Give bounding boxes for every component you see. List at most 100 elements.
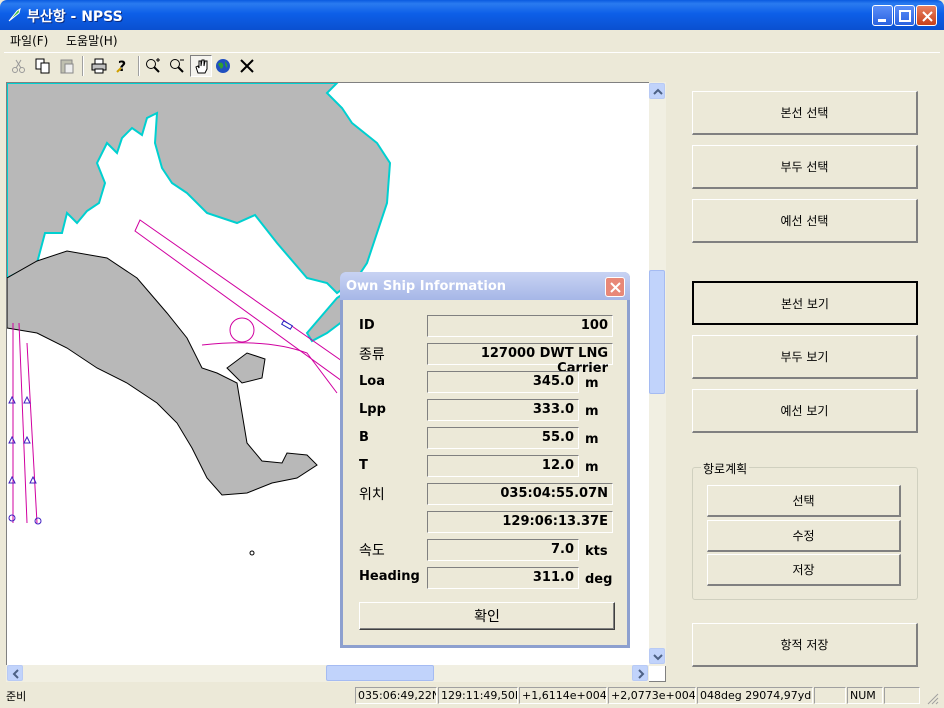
route-line-west (12, 322, 38, 524)
loa-label: Loa (359, 374, 385, 389)
menu-help[interactable]: 도움말(H) (66, 32, 118, 49)
view-berth-button[interactable]: 부두 보기 (692, 335, 918, 379)
chevron-right-icon (638, 669, 645, 679)
heading-unit: deg (585, 572, 613, 587)
dialog-title: Own Ship Information (346, 279, 507, 294)
buoy-marker (249, 550, 255, 556)
land-peninsula (7, 250, 318, 496)
control-panel: 본선 선택 부두 선택 예선 선택 본선 보기 부두 보기 예선 보기 항로계획… (668, 82, 940, 684)
route-planning-legend: 항로계획 (701, 460, 750, 477)
chevron-down-icon (653, 654, 663, 661)
maximize-button[interactable] (894, 5, 915, 26)
route-select-button[interactable]: 선택 (707, 485, 901, 517)
toolbar-separator (82, 56, 84, 76)
id-field: 100 (427, 315, 613, 337)
chevron-up-icon (653, 88, 663, 95)
view-tug-button[interactable]: 예선 보기 (692, 389, 918, 433)
small-island (226, 352, 266, 384)
turning-basin (229, 317, 255, 343)
zoom-out-icon (170, 59, 184, 73)
status-y-coord: +1,6114e+004N (519, 687, 607, 704)
minimize-button[interactable] (872, 5, 893, 26)
status-bar: 준비 035:06:49,22N 129:11:49,50E +1,6114e+… (0, 684, 944, 708)
select-berth-button[interactable]: 부두 선택 (692, 145, 918, 189)
chevron-left-icon (12, 669, 19, 679)
window-title: 부산항 - NPSS (27, 9, 123, 25)
resize-grip-icon[interactable] (926, 692, 940, 706)
scroll-left-button[interactable] (7, 665, 23, 681)
title-bar: 부산항 - NPSS (0, 0, 944, 30)
clipboard-icon (60, 59, 74, 74)
dialog-close-button[interactable] (605, 277, 625, 297)
dialog-title-bar[interactable]: Own Ship Information (340, 272, 630, 300)
beam-label: B (359, 430, 369, 445)
delete-button[interactable] (236, 55, 258, 77)
globe-icon (216, 59, 230, 73)
horizontal-scroll-thumb[interactable] (326, 665, 434, 681)
close-window-button[interactable] (916, 5, 937, 26)
select-vessel-button[interactable]: 본선 선택 (692, 91, 918, 135)
print-button[interactable] (88, 55, 110, 77)
svg-text:?: ? (118, 59, 126, 74)
position-lat-field: 035:04:55.07N (427, 483, 613, 505)
globe-button[interactable] (212, 55, 234, 77)
app-icon (8, 8, 21, 22)
vertical-scrollbar[interactable] (649, 82, 666, 666)
loa-unit: m (585, 376, 599, 391)
own-ship-dialog: Own Ship Information ID 100 종류 127000 DW… (340, 272, 630, 648)
position-lon-field: 129:06:13.37E (427, 511, 613, 533)
status-num: NUM (847, 687, 883, 704)
view-vessel-button[interactable]: 본선 보기 (692, 281, 918, 325)
track-save-button[interactable]: 항적 저장 (692, 623, 918, 667)
speed-unit: kts (585, 544, 608, 559)
lpp-field: 333.0 (427, 399, 579, 421)
beam-field: 55.0 (427, 427, 579, 449)
help-button[interactable]: ? (112, 55, 134, 77)
horizontal-scrollbar[interactable] (6, 665, 649, 682)
status-x-coord: +2,0773e+004E (608, 687, 696, 704)
vertical-scroll-thumb[interactable] (649, 270, 665, 394)
status-latitude: 035:06:49,22N (355, 687, 437, 704)
hand-icon (195, 59, 208, 74)
toolbar: ? (4, 52, 940, 80)
position-label: 위치 (359, 487, 385, 503)
id-label: ID (359, 318, 375, 333)
speed-field: 7.0 (427, 539, 579, 561)
zoom-in-icon (146, 58, 160, 73)
heading-label: Heading (359, 569, 420, 584)
copy-icon (35, 58, 50, 74)
close-icon (610, 282, 621, 293)
help-question-icon: ? (116, 59, 126, 74)
printer-icon (91, 58, 107, 74)
route-save-button[interactable]: 저장 (707, 554, 901, 586)
status-caps (814, 687, 846, 704)
x-delete-icon (240, 59, 254, 73)
scroll-up-button[interactable] (649, 83, 665, 99)
copy-button[interactable] (32, 55, 54, 77)
heading-field: 311.0 (427, 567, 579, 589)
pan-button[interactable] (190, 55, 212, 77)
zoom-in-button[interactable] (142, 55, 164, 77)
select-tug-button[interactable]: 예선 선택 (692, 199, 918, 243)
menu-bar: 파일(F) 도움말(H) (0, 30, 944, 50)
type-label: 종류 (359, 347, 385, 363)
scroll-down-button[interactable] (649, 648, 665, 664)
toolbar-separator (138, 56, 140, 76)
status-longitude: 129:11:49,50E (438, 687, 518, 704)
status-scroll (884, 687, 920, 704)
scroll-right-button[interactable] (632, 665, 648, 681)
zoom-out-button[interactable] (166, 55, 188, 77)
paste-button[interactable] (56, 55, 78, 77)
ok-button[interactable]: 확인 (359, 602, 615, 630)
speed-label: 속도 (359, 543, 385, 559)
route-planning-group: 항로계획 선택 수정 저장 (692, 460, 918, 600)
status-ready: 준비 (6, 690, 27, 703)
lpp-unit: m (585, 404, 599, 419)
type-field: 127000 DWT LNG Carrier (427, 343, 613, 376)
lpp-label: Lpp (359, 402, 386, 417)
route-edit-button[interactable]: 수정 (707, 520, 901, 552)
menu-file[interactable]: 파일(F) (10, 32, 48, 49)
cut-button[interactable] (8, 55, 30, 77)
draft-unit: m (585, 460, 599, 475)
beam-unit: m (585, 432, 599, 447)
